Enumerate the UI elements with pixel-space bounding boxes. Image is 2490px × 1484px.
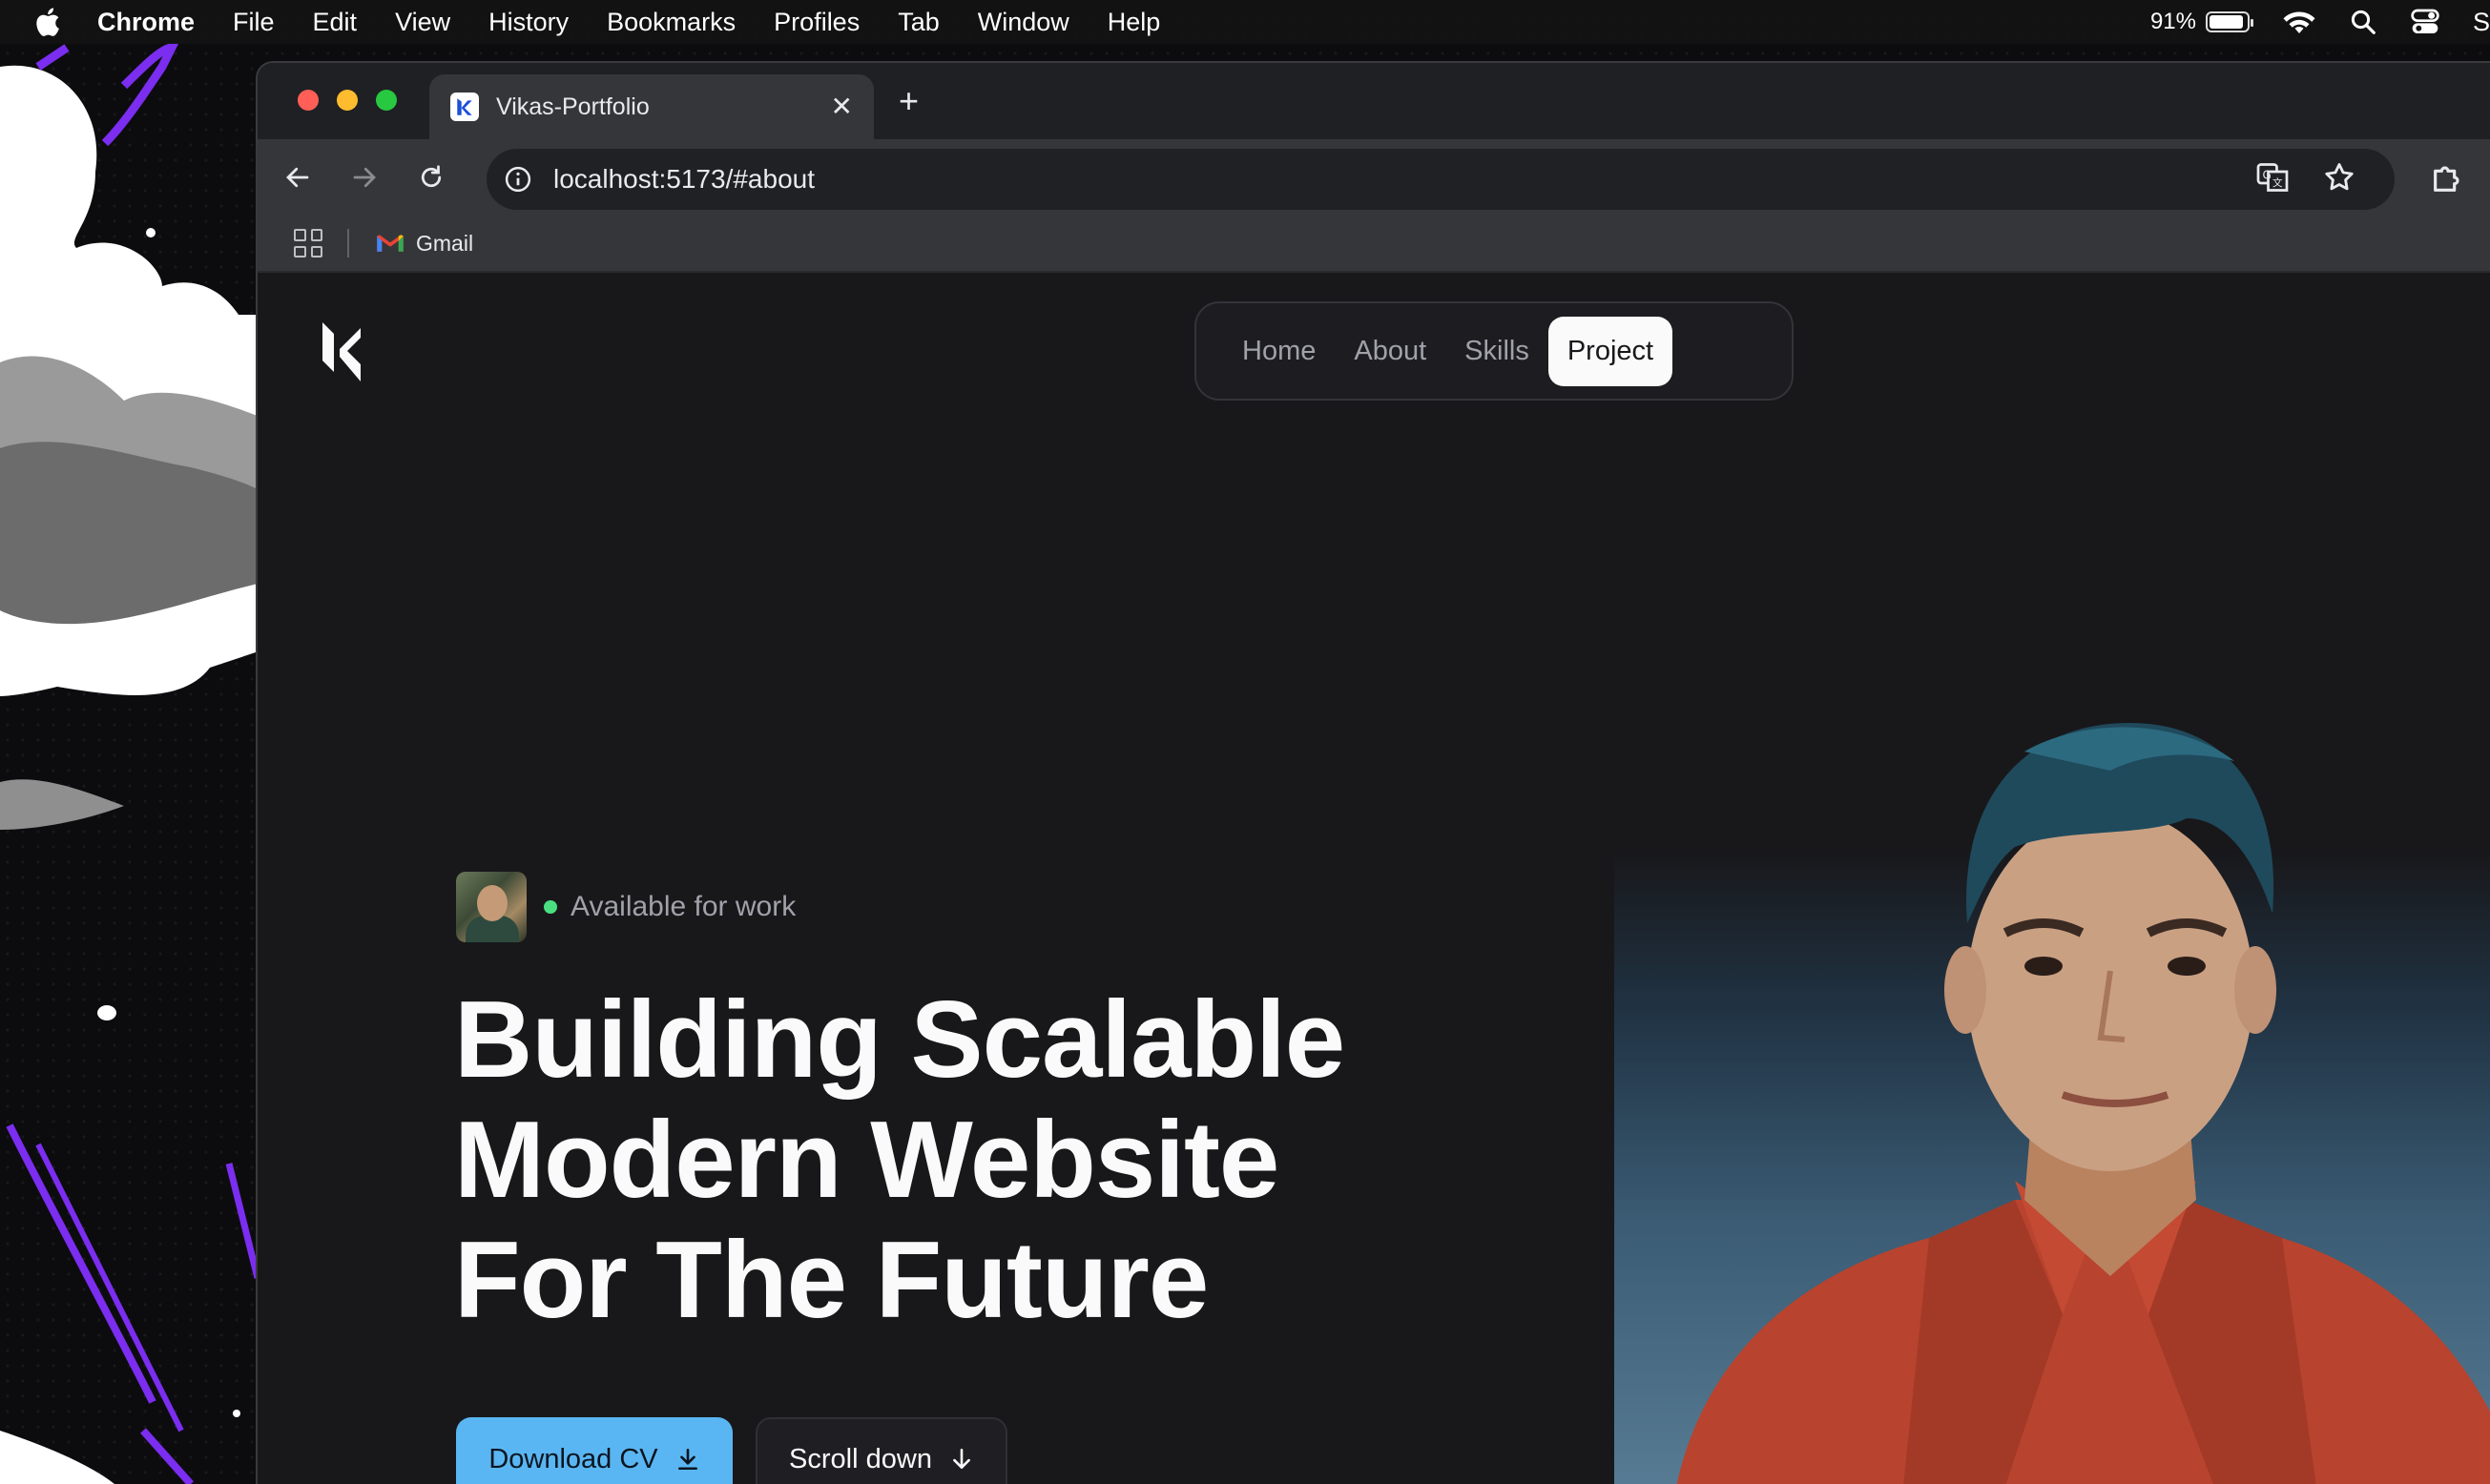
download-icon [677,1448,697,1471]
apple-icon[interactable] [32,6,61,38]
menu-profiles[interactable]: Profiles [774,8,860,37]
menu-view[interactable]: View [395,8,450,37]
menubar-cutoff-text: S [2472,7,2490,36]
status-text: Available for work [571,891,797,922]
address-bar[interactable]: localhost:5173/#about G 文 [487,149,2395,210]
avatar [456,872,527,942]
svg-text:G: G [2263,169,2272,182]
download-cv-label: Download CV [488,1443,658,1474]
gmail-icon [377,235,404,252]
menu-file[interactable]: File [233,8,275,37]
bookmark-gmail-label: Gmail [416,230,474,256]
wallpaper-art [0,43,267,1484]
scroll-down-label: Scroll down [789,1443,932,1474]
svg-text:文: 文 [2272,176,2283,189]
tab-vikas-portfolio[interactable]: Vikas-Portfolio ✕ [429,74,874,139]
arrow-down-icon [953,1448,970,1469]
forward-button[interactable] [345,158,384,196]
url-text: localhost:5173/#about [553,164,815,194]
bookmark-star-icon[interactable] [2322,160,2356,195]
battery-percent: 91% [2149,9,2196,34]
profile-portrait [1614,704,2490,1484]
portrait-figure [1676,723,2490,1484]
site-favicon-icon [450,93,479,121]
main-nav: Home About Skills Project [1194,301,1794,401]
extensions-icon[interactable] [2429,158,2467,196]
menu-app-chrome[interactable]: Chrome [97,8,195,37]
nav-link-skills[interactable]: Skills [1445,317,1548,386]
browser-toolbar: localhost:5173/#about G 文 [258,139,2490,216]
window-controls [298,90,397,111]
nav-link-project[interactable]: Project [1547,316,1673,386]
headline-line-3: For The Future [454,1220,1209,1341]
tab-strip: Vikas-Portfolio ✕ + [258,63,2490,139]
download-cv-button[interactable]: Download CV [456,1417,733,1484]
minimize-window-button[interactable] [337,90,358,111]
site-logo[interactable] [319,317,366,383]
hero-headline: Building Scalable Modern Website For The… [454,980,1504,1341]
control-center-icon[interactable] [2410,8,2440,36]
new-tab-button[interactable]: + [899,84,919,118]
menu-bookmarks[interactable]: Bookmarks [607,8,736,37]
translate-icon[interactable]: G 文 [2255,160,2290,195]
nav-link-home[interactable]: Home [1223,317,1335,386]
tab-title: Vikas-Portfolio [496,93,650,120]
zoom-window-button[interactable] [376,90,397,111]
availability-status: Available for work [456,872,796,942]
portfolio-page: Home About Skills Project Available for … [258,275,2490,1484]
desktop: Chrome File Edit View History Bookmarks … [0,0,2490,1484]
headline-line-1: Building Scalable [454,979,1345,1101]
wifi-icon[interactable] [2282,9,2316,35]
apps-grid-icon[interactable] [294,229,322,258]
menu-window[interactable]: Window [978,8,1069,37]
spotlight-search-icon[interactable] [2349,8,2377,36]
battery-status[interactable]: 91% [2149,9,2253,35]
battery-icon [2205,11,2253,32]
scroll-down-button[interactable]: Scroll down [756,1417,1007,1484]
bookmarks-bar: Gmail [258,216,2490,273]
back-button[interactable] [279,158,317,196]
menu-tab[interactable]: Tab [898,8,940,37]
status-dot [544,900,557,914]
bookmark-gmail[interactable]: Gmail [376,231,473,257]
site-info-icon[interactable] [504,165,532,194]
menu-edit[interactable]: Edit [313,8,358,37]
close-window-button[interactable] [298,90,319,111]
menu-history[interactable]: History [488,8,569,37]
close-tab-icon[interactable]: ✕ [831,93,853,120]
mac-menubar: Chrome File Edit View History Bookmarks … [0,0,2490,44]
headline-line-2: Modern Website [454,1100,1279,1221]
nav-link-about[interactable]: About [1335,317,1445,386]
menu-help[interactable]: Help [1108,8,1161,37]
bookmarks-separator [347,229,349,258]
reload-button[interactable] [412,158,450,196]
chrome-window: Vikas-Portfolio ✕ + localhost:5173/#abou… [258,63,2490,1484]
